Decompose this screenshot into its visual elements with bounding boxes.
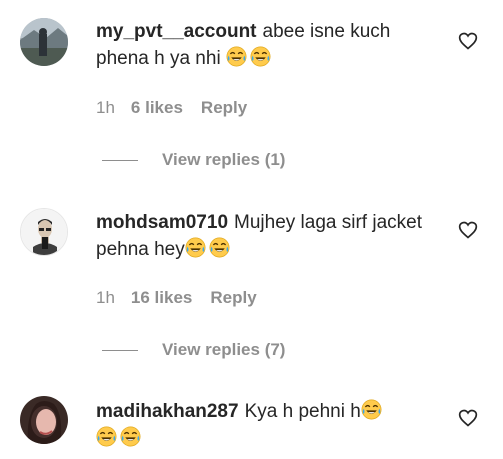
face-with-tears-of-joy-icon bbox=[120, 426, 141, 447]
face-with-tears-of-joy-icon bbox=[209, 237, 230, 258]
reply-button[interactable]: Reply bbox=[210, 288, 256, 308]
comment-likes[interactable]: 6 likes bbox=[131, 98, 183, 118]
avatar[interactable] bbox=[20, 18, 68, 66]
avatar[interactable] bbox=[20, 208, 68, 256]
face-with-tears-of-joy-icon bbox=[250, 46, 271, 67]
comment-username[interactable]: madihakhan287 bbox=[96, 401, 239, 422]
comment-text: mohdsam0710 Mujhey laga sirf jacket pehna… bbox=[96, 209, 436, 263]
comment-time: 1h bbox=[96, 98, 115, 117]
comment-time: 1h bbox=[96, 288, 115, 307]
comment-text: my_pvt__account abee isne kuch phena h ya… bbox=[96, 18, 436, 72]
view-replies-button[interactable]: View replies (7) bbox=[102, 340, 285, 360]
view-replies-button[interactable]: View replies (1) bbox=[102, 150, 285, 170]
comment-body: Kya h pehni h bbox=[244, 401, 361, 422]
comment-username[interactable]: my_pvt__account bbox=[96, 21, 257, 42]
heart-icon[interactable] bbox=[458, 220, 478, 240]
face-with-tears-of-joy-icon bbox=[96, 426, 117, 447]
comment-text: madihakhan287 Kya h pehni h bbox=[96, 398, 436, 452]
divider-line bbox=[102, 159, 138, 161]
heart-icon[interactable] bbox=[458, 408, 478, 428]
comment-meta: 1h 16 likes Reply bbox=[96, 288, 257, 308]
reply-button[interactable]: Reply bbox=[201, 98, 247, 118]
comment-username[interactable]: mohdsam0710 bbox=[96, 212, 228, 233]
face-with-tears-of-joy-icon bbox=[185, 237, 206, 258]
view-replies-label: View replies (1) bbox=[162, 150, 286, 169]
comment-meta: 1h 6 likes Reply bbox=[96, 98, 247, 118]
divider-line bbox=[102, 349, 138, 351]
heart-icon[interactable] bbox=[458, 31, 478, 51]
view-replies-label: View replies (7) bbox=[162, 340, 286, 359]
comment-likes[interactable]: 16 likes bbox=[131, 288, 192, 308]
avatar[interactable] bbox=[20, 396, 68, 444]
face-with-tears-of-joy-icon bbox=[361, 399, 382, 420]
face-with-tears-of-joy-icon bbox=[226, 46, 247, 67]
